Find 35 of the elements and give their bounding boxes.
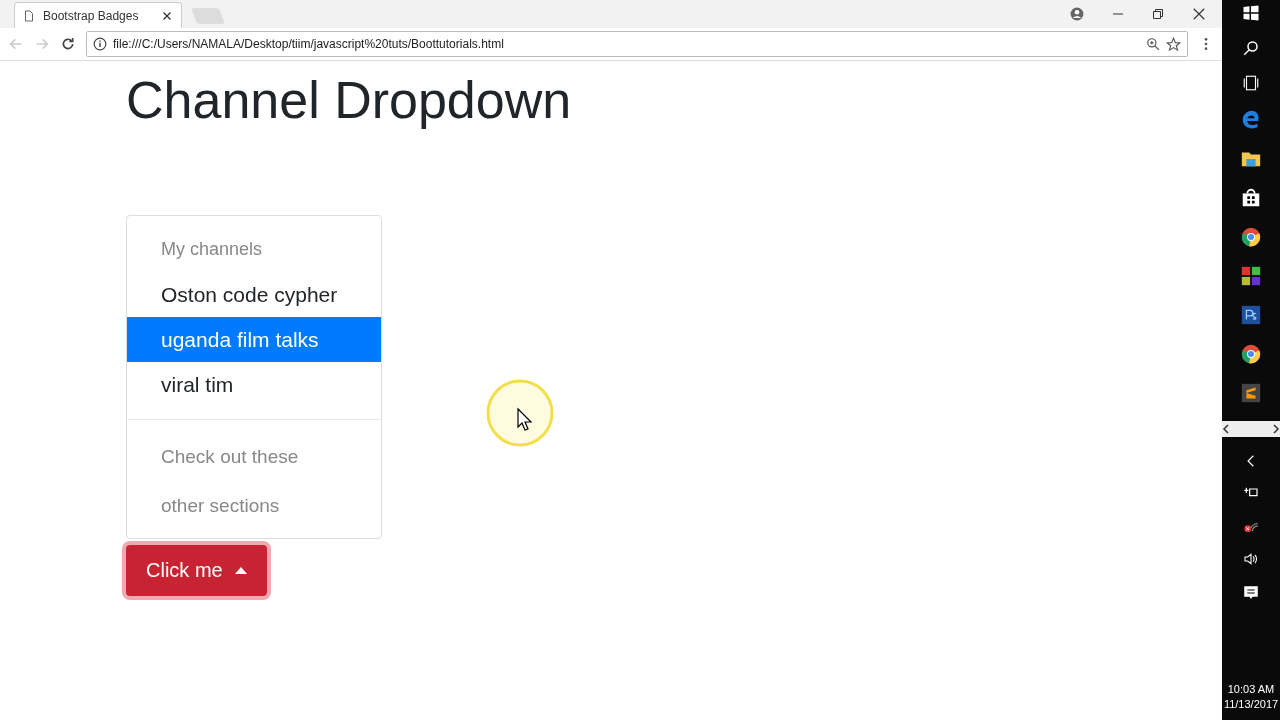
address-bar[interactable]: file:///C:/Users/NAMALA/Desktop/tiim/javascript%20tuts/Boottutorials.html	[86, 31, 1188, 57]
caret-icon	[234, 567, 247, 575]
sublime-icon[interactable]	[1240, 382, 1262, 404]
star-icon[interactable]	[1166, 36, 1181, 52]
clock-date: 11/13/2017	[1223, 698, 1279, 710]
photoshop-icon[interactable]	[1240, 304, 1262, 326]
chrome-icon[interactable]	[1240, 226, 1262, 248]
zoom-icon[interactable]	[1146, 37, 1160, 51]
dropdown-item: Check out these	[160, 444, 300, 469]
chrome-icon[interactable]	[1240, 343, 1262, 365]
close-icon[interactable]	[1192, 7, 1206, 21]
dropdown-item[interactable]: viral tim	[127, 362, 381, 408]
speaker-icon[interactable]	[1242, 551, 1260, 567]
page-icon	[23, 8, 35, 23]
page-heading: Channel Dropdown	[126, 70, 573, 131]
windows-icon[interactable]	[1242, 4, 1260, 22]
tiles-icon[interactable]	[1240, 265, 1262, 287]
reload-icon[interactable]	[60, 36, 76, 52]
info-icon	[93, 37, 107, 51]
dropdown-item: other sections	[160, 493, 281, 518]
account-icon[interactable]	[1070, 7, 1084, 21]
close-icon[interactable]	[161, 9, 173, 22]
store-icon[interactable]	[1240, 187, 1262, 209]
dropdown-item[interactable]: Oston code cypher	[127, 272, 381, 318]
tab-title: Bootstrap Badges	[43, 8, 140, 23]
cursor-highlight-icon	[486, 379, 556, 449]
dropdown-item[interactable]: uganda film talks	[127, 317, 381, 363]
scroll-bar[interactable]	[1222, 421, 1280, 437]
dropdown-header: My channels	[160, 238, 264, 262]
restore-icon[interactable]	[1152, 8, 1164, 20]
url-text: file:///C:/Users/NAMALA/Desktop/tiim/javascript%20tuts/Boottutorials.html	[113, 37, 505, 51]
browser-tab[interactable]: Bootstrap Badges	[14, 2, 182, 28]
clock-time: 10:03 AM	[1226, 683, 1276, 695]
search-icon[interactable]	[1242, 39, 1260, 57]
task-view-icon[interactable]	[1241, 74, 1261, 92]
